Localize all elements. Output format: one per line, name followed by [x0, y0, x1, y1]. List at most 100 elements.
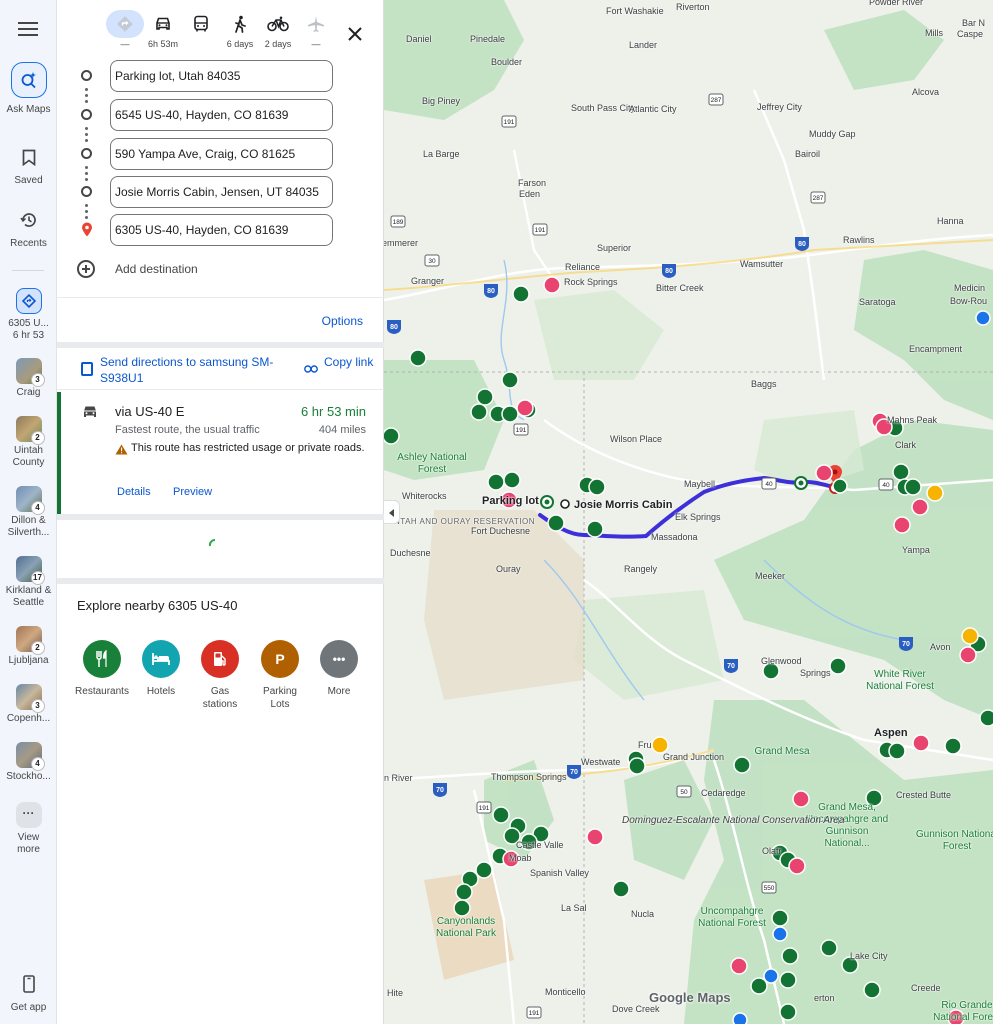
- stop-input[interactable]: Parking lot, Utah 84035: [110, 60, 333, 92]
- place-label[interactable]: Dove Creek: [612, 1004, 660, 1014]
- route-stop-label[interactable]: Josie Morris Cabin: [574, 499, 672, 511]
- mode-transit[interactable]: [181, 10, 221, 50]
- place-label[interactable]: Cedaredge: [701, 788, 746, 798]
- preview-button[interactable]: Preview: [173, 486, 212, 498]
- place-label[interactable]: n River: [384, 773, 413, 783]
- map-canvas[interactable]: 80 80 80 80 70 70 70 70 191 287 287 191 …: [384, 0, 993, 1024]
- stop-input[interactable]: Josie Morris Cabin, Jensen, UT 84035: [110, 176, 333, 208]
- park-label[interactable]: Ashley National Forest: [390, 452, 474, 476]
- place-label[interactable]: Nucla: [631, 909, 654, 919]
- recent-place-kirkland[interactable]: 17 Kirkland & Seattle: [0, 556, 57, 609]
- place-label[interactable]: Pinedale: [470, 34, 505, 44]
- place-label[interactable]: Lake City: [850, 951, 888, 961]
- place-label[interactable]: Farson: [518, 178, 546, 188]
- place-label[interactable]: Bar N: [962, 18, 985, 28]
- mode-flight[interactable]: —: [296, 10, 336, 50]
- place-label[interactable]: Crested Butte: [896, 790, 951, 800]
- place-label[interactable]: Elk Springs: [675, 512, 721, 522]
- place-label[interactable]: Ouray: [496, 564, 521, 574]
- place-label[interactable]: Hanna: [937, 216, 964, 226]
- place-label[interactable]: Wilson Place: [610, 434, 662, 444]
- place-label[interactable]: Fort Washakie: [606, 6, 664, 16]
- place-label[interactable]: Whiterocks: [402, 491, 447, 501]
- park-label[interactable]: White River National Forest: [858, 669, 942, 693]
- recent-place-copenhagen[interactable]: 3 Copenh...: [0, 684, 57, 725]
- route-option-card[interactable]: via US-40 E 6 hr 53 min Fastest route, t…: [57, 392, 384, 514]
- park-label[interactable]: Canyonlands National Park: [424, 916, 508, 940]
- close-icon[interactable]: [345, 24, 365, 44]
- place-label[interactable]: Medicin: [954, 283, 985, 293]
- category-gas-stations[interactable]: Gas stations: [190, 640, 250, 711]
- copy-link-button[interactable]: Copy link: [324, 354, 374, 370]
- place-label[interactable]: Springs: [800, 668, 831, 678]
- place-label[interactable]: erton: [814, 993, 835, 1003]
- view-more-button[interactable]: ··· View more: [0, 802, 57, 856]
- place-label[interactable]: Moab: [509, 853, 532, 863]
- options-button[interactable]: Options: [322, 314, 363, 328]
- recent-place-craig[interactable]: 3 Craig: [0, 358, 57, 399]
- place-label[interactable]: Bitter Creek: [656, 283, 704, 293]
- place-label[interactable]: Spanish Valley: [530, 868, 589, 878]
- place-label[interactable]: Mills: [925, 28, 943, 38]
- place-label[interactable]: Caspe: [957, 29, 983, 39]
- mode-best[interactable]: —: [105, 10, 145, 50]
- place-label[interactable]: emmerer: [384, 238, 418, 248]
- recent-place-stockholm[interactable]: 4 Stockho...: [0, 742, 57, 783]
- place-label[interactable]: Meeker: [755, 571, 785, 581]
- category-hotels[interactable]: Hotels: [131, 640, 191, 698]
- category-more[interactable]: ••• More: [309, 640, 369, 698]
- stop-input[interactable]: 6305 US-40, Hayden, CO 81639: [110, 214, 333, 246]
- place-label[interactable]: Mahns Peak: [887, 415, 937, 425]
- place-label[interactable]: Big Piney: [422, 96, 460, 106]
- place-label[interactable]: Encampment: [909, 344, 962, 354]
- saved-button[interactable]: Saved: [0, 145, 57, 187]
- place-label[interactable]: Fort Duchesne: [471, 526, 530, 536]
- place-label[interactable]: Clark: [895, 440, 916, 450]
- get-app-button[interactable]: Get app: [0, 972, 57, 1014]
- details-button[interactable]: Details: [117, 486, 151, 498]
- park-label[interactable]: Uncompahgre National Forest: [690, 906, 774, 930]
- place-label[interactable]: Riverton: [676, 2, 710, 12]
- place-label[interactable]: Duchesne: [390, 548, 431, 558]
- category-parking[interactable]: P Parking Lots: [250, 640, 310, 711]
- recent-place-dillon[interactable]: 4 Dillon & Silverth...: [0, 486, 57, 539]
- menu-icon[interactable]: [16, 18, 40, 38]
- park-label[interactable]: Gunnison National Forest: [915, 829, 993, 853]
- park-label[interactable]: Rio Grande National Forest: [925, 1000, 993, 1024]
- place-label[interactable]: Avon: [930, 642, 950, 652]
- place-label[interactable]: Castle Valle: [516, 840, 563, 850]
- category-restaurants[interactable]: Restaurants: [72, 640, 132, 698]
- place-label[interactable]: Maybell: [684, 479, 715, 489]
- ask-maps-button[interactable]: Ask Maps: [0, 62, 57, 116]
- place-label[interactable]: Westwate: [581, 757, 620, 767]
- stop-input[interactable]: 6545 US-40, Hayden, CO 81639: [110, 99, 333, 131]
- add-destination-button[interactable]: Add destination: [77, 259, 357, 281]
- mode-drive[interactable]: 6h 53m: [143, 10, 183, 50]
- mode-bike[interactable]: 2 days: [258, 10, 298, 50]
- place-label[interactable]: Eden: [519, 189, 540, 199]
- park-label[interactable]: Grand Mesa, Uncompahgre and Gunnison Nat…: [805, 802, 889, 850]
- route-start-label[interactable]: Parking lot: [482, 495, 539, 507]
- place-label[interactable]: Granger: [411, 276, 444, 286]
- mode-walk[interactable]: 6 days: [220, 10, 260, 50]
- place-label[interactable]: Grand Junction: [663, 752, 724, 762]
- place-label[interactable]: La Barge: [423, 149, 460, 159]
- recent-place-uintah[interactable]: 2 Uintah County: [0, 416, 57, 469]
- place-label[interactable]: Glenwood: [761, 656, 802, 666]
- place-label[interactable]: Atlantic City: [629, 104, 677, 114]
- place-label[interactable]: Lander: [629, 40, 657, 50]
- park-label[interactable]: Grand Mesa: [740, 746, 824, 758]
- place-label[interactable]: Boulder: [491, 57, 522, 67]
- recent-place-ljubljana[interactable]: 2 Ljubljana: [0, 626, 57, 667]
- place-label[interactable]: Bairoil: [795, 149, 820, 159]
- place-label[interactable]: Fru: [638, 740, 652, 750]
- place-label[interactable]: Alcova: [912, 87, 939, 97]
- collapse-panel-button[interactable]: [384, 500, 400, 524]
- place-label[interactable]: Superior: [597, 243, 631, 253]
- place-label[interactable]: Massadona: [651, 532, 698, 542]
- place-label[interactable]: La Sal: [561, 903, 587, 913]
- place-label[interactable]: Rock Springs: [564, 277, 618, 287]
- send-directions-button[interactable]: Send directions to samsung SM-S938U1: [100, 354, 280, 386]
- recents-button[interactable]: Recents: [0, 208, 57, 250]
- place-label[interactable]: Baggs: [751, 379, 777, 389]
